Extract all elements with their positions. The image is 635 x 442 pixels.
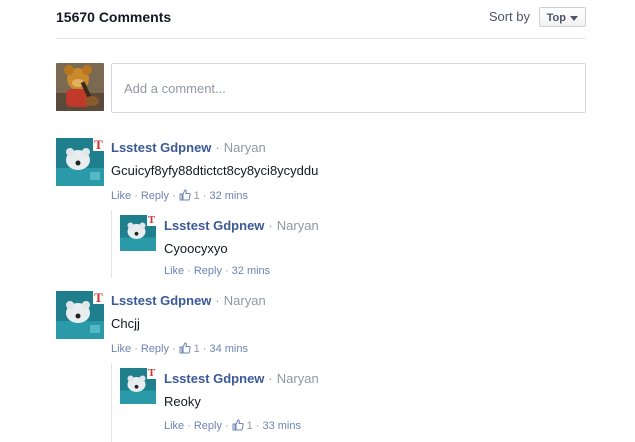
chevron-down-icon xyxy=(570,15,578,21)
comment-text: Reoky xyxy=(164,394,201,409)
comment-author: Lsstest Gdpnew · Naryan xyxy=(111,293,266,308)
reply-thread-line xyxy=(111,210,112,278)
avatar[interactable]: T xyxy=(120,215,156,251)
comment-text: Cyoocyxyo xyxy=(164,241,228,256)
reply-link[interactable]: Reply xyxy=(141,190,169,202)
comment-actions: Like · Reply · 32 mins xyxy=(164,265,271,277)
avatar[interactable]: T xyxy=(56,291,104,339)
reply-link[interactable]: Reply xyxy=(141,343,169,355)
thumbs-up-icon xyxy=(179,342,191,354)
reply-thread-line xyxy=(111,363,112,442)
sort-label: Sort by xyxy=(488,9,530,24)
like-link[interactable]: Like xyxy=(164,420,184,432)
reply-link[interactable]: Reply xyxy=(194,265,222,277)
author-location: Naryan xyxy=(276,371,319,386)
like-count: 1 xyxy=(246,420,253,432)
t-badge-icon: T xyxy=(147,215,156,226)
comment-actions: Like · Reply · 1 · 32 mins xyxy=(111,189,248,202)
author-location: Naryan xyxy=(223,293,266,308)
author-location: Naryan xyxy=(223,140,266,155)
timestamp[interactable]: 32 mins xyxy=(232,265,271,277)
author-link[interactable]: Lsstest Gdpnew xyxy=(164,218,264,233)
like-count: 1 xyxy=(193,343,200,355)
t-badge-icon: T xyxy=(93,291,104,305)
thumbs-up-icon xyxy=(179,189,191,201)
timestamp[interactable]: 33 mins xyxy=(262,420,301,432)
current-user-avatar xyxy=(56,63,104,111)
thumbs-up-icon xyxy=(232,419,244,431)
author-location: Naryan xyxy=(276,218,319,233)
avatar[interactable]: T xyxy=(56,138,104,186)
comment-actions: Like · Reply · 1 · 34 mins xyxy=(111,342,248,355)
reply-link[interactable]: Reply xyxy=(194,420,222,432)
t-badge-icon: T xyxy=(147,368,156,379)
timestamp[interactable]: 32 mins xyxy=(209,190,248,202)
like-link[interactable]: Like xyxy=(164,265,184,277)
comment-count: 15670 Comments xyxy=(56,9,172,25)
timestamp[interactable]: 34 mins xyxy=(209,343,248,355)
like-count: 1 xyxy=(193,190,200,202)
comment-author: Lsstest Gdpnew · Naryan xyxy=(111,140,266,155)
comment-author: Lsstest Gdpnew · Naryan xyxy=(164,371,319,386)
t-badge-icon: T xyxy=(93,138,104,152)
author-link[interactable]: Lsstest Gdpnew xyxy=(111,140,211,155)
author-link[interactable]: Lsstest Gdpnew xyxy=(164,371,264,386)
like-link[interactable]: Like xyxy=(111,190,131,202)
comment-input[interactable] xyxy=(111,63,586,113)
comment-text: Gcuicyf8yfy88dtictct8cy8yci8ycyddu xyxy=(111,163,319,178)
author-link[interactable]: Lsstest Gdpnew xyxy=(111,293,211,308)
comment-actions: Like · Reply · 1 · 33 mins xyxy=(164,419,301,432)
like-link[interactable]: Like xyxy=(111,343,131,355)
sort-dropdown[interactable]: Top xyxy=(538,7,586,27)
sort-value: Top xyxy=(546,12,566,24)
comments-header: 15670 Comments Sort by Top xyxy=(56,0,586,39)
avatar[interactable]: T xyxy=(120,368,156,404)
comment-author: Lsstest Gdpnew · Naryan xyxy=(164,218,319,233)
comment-text: Chcjj xyxy=(111,316,140,331)
